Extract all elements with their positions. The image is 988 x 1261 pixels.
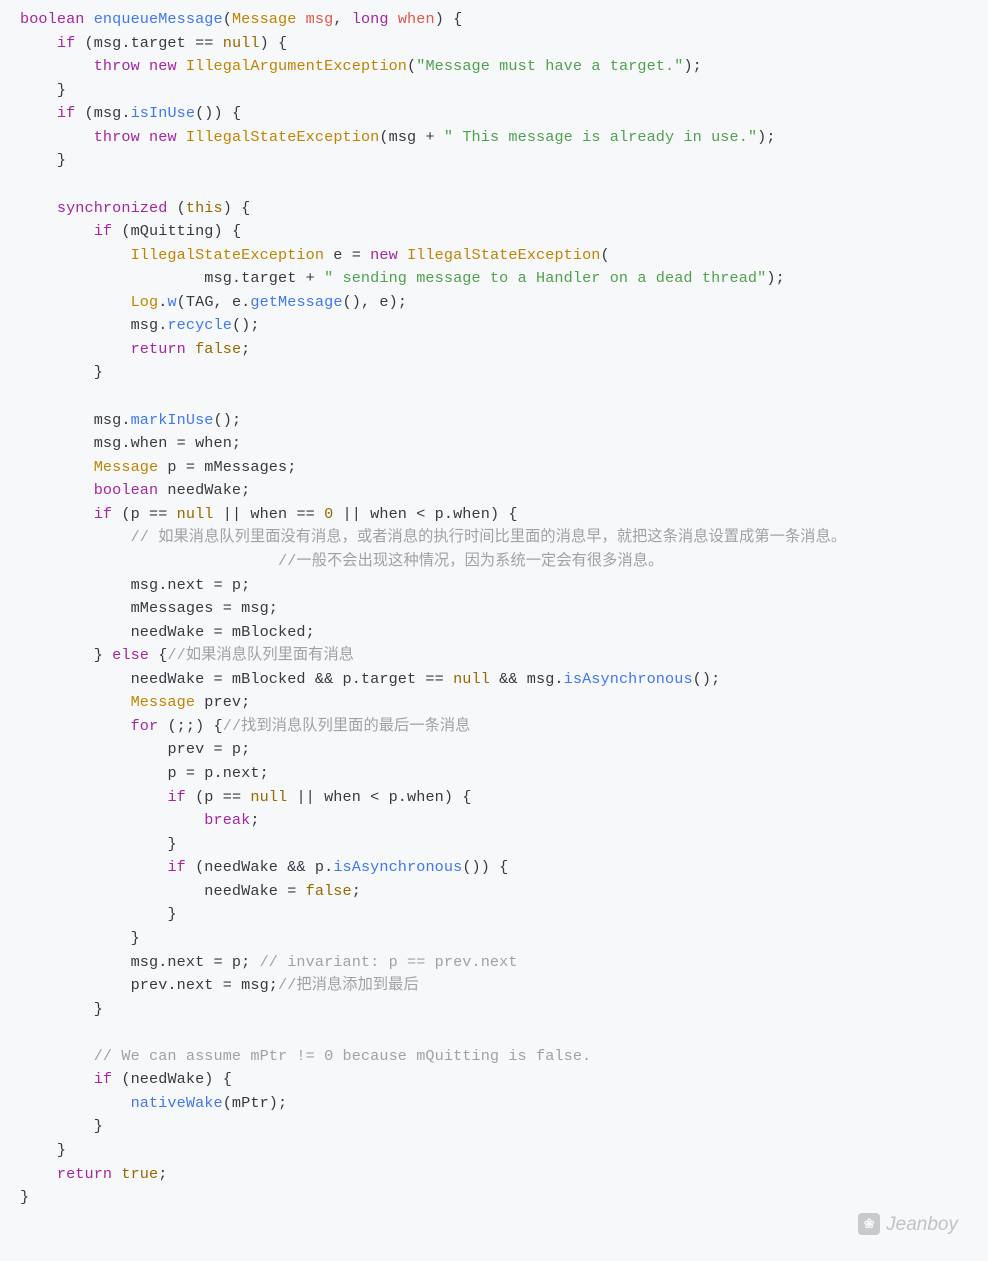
watermark: ❀ Jeanboy: [858, 1210, 958, 1239]
wechat-icon: ❀: [858, 1213, 880, 1235]
code-block: boolean enqueueMessage(Message msg, long…: [0, 0, 988, 1218]
watermark-text: Jeanboy: [886, 1210, 958, 1239]
